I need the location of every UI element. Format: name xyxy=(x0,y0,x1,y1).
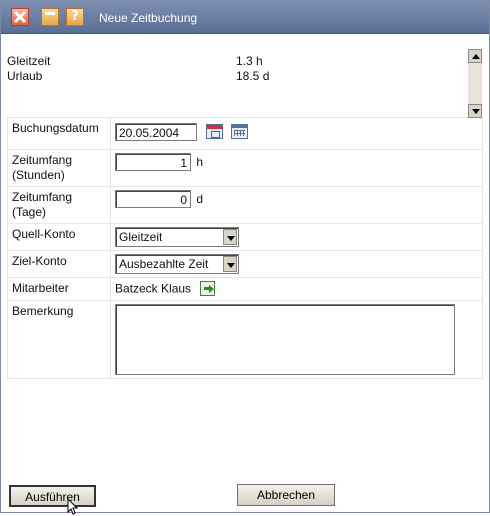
quell-konto-value: Gleitzeit xyxy=(119,230,163,244)
zeitumfang-tage-label: Zeitumfang xyxy=(12,190,73,204)
quell-konto-label: Quell-Konto xyxy=(7,223,111,251)
urlaub-label: Urlaub xyxy=(7,69,43,83)
zeitumfang-stunden-input[interactable]: 1 xyxy=(115,153,191,171)
bemerkung-scrollbar[interactable] xyxy=(467,48,482,118)
quell-konto-row: Quell-Konto Gleitzeit xyxy=(7,223,483,251)
buchungsdatum-label: Buchungsdatum xyxy=(7,117,111,150)
chevron-down-icon[interactable] xyxy=(223,229,237,245)
gleitzeit-value: 1.3 h xyxy=(236,54,263,68)
chevron-down-icon[interactable] xyxy=(223,256,237,272)
scroll-up-icon[interactable] xyxy=(467,48,482,63)
balance-summary: Gleitzeit 1.3 h Urlaub 18.5 d xyxy=(7,54,477,84)
bemerkung-textarea[interactable] xyxy=(115,304,455,375)
ziel-konto-label: Ziel-Konto xyxy=(7,250,111,278)
calendar-icon[interactable] xyxy=(230,123,248,139)
dialog-window: ? Neue Zeitbuchung Gleitzeit 1.3 h Urlau… xyxy=(0,0,490,515)
zeitumfang-tage-input[interactable]: 0 xyxy=(115,190,191,208)
select-employee-icon[interactable] xyxy=(200,281,216,297)
gleitzeit-row: Gleitzeit 1.3 h xyxy=(7,54,477,69)
bemerkung-label: Bemerkung xyxy=(7,300,111,379)
ziel-konto-row: Ziel-Konto Ausbezahlte Zeit xyxy=(7,250,483,278)
cancel-button[interactable]: Abbrechen xyxy=(237,484,335,506)
gleitzeit-label: Gleitzeit xyxy=(7,54,51,68)
mitarbeiter-row: Mitarbeiter Batzeck Klaus xyxy=(7,277,483,301)
booking-form: Buchungsdatum 20.05.2004 Zeitumfang (Stu… xyxy=(7,48,483,379)
zeitumfang-stunden-row: Zeitumfang (Stunden) 1 h xyxy=(7,149,483,187)
title-bar: ? Neue Zeitbuchung xyxy=(1,1,489,34)
help-icon[interactable]: ? xyxy=(66,8,84,26)
execute-button[interactable]: Ausführen xyxy=(9,485,96,507)
close-icon[interactable] xyxy=(11,8,29,26)
stunden-unit: h xyxy=(196,154,204,169)
ziel-konto-value: Ausbezahlte Zeit xyxy=(119,257,209,271)
mitarbeiter-value: Batzeck Klaus xyxy=(115,281,192,296)
buchungsdatum-row: Buchungsdatum 20.05.2004 xyxy=(7,117,483,150)
zeitumfang-stunden-sublabel: (Stunden) xyxy=(12,168,65,182)
mitarbeiter-label: Mitarbeiter xyxy=(7,277,111,301)
zeitumfang-tage-sublabel: (Tage) xyxy=(12,205,47,219)
date-picker-icon[interactable] xyxy=(206,123,224,139)
ziel-konto-select[interactable]: Ausbezahlte Zeit xyxy=(115,254,239,274)
urlaub-value: 18.5 d xyxy=(236,69,270,83)
urlaub-row: Urlaub 18.5 d xyxy=(7,69,477,84)
buchungsdatum-input[interactable]: 20.05.2004 xyxy=(115,123,197,141)
minimize-icon[interactable] xyxy=(41,8,59,26)
quell-konto-select[interactable]: Gleitzeit xyxy=(115,227,239,247)
window-title: Neue Zeitbuchung xyxy=(99,11,198,25)
tage-unit: d xyxy=(196,191,204,206)
zeitumfang-stunden-label: Zeitumfang xyxy=(12,153,73,167)
bemerkung-row: Bemerkung xyxy=(7,48,483,379)
mouse-cursor-icon xyxy=(67,498,79,515)
scroll-down-icon[interactable] xyxy=(467,103,482,118)
zeitumfang-tage-row: Zeitumfang (Tage) 0 d xyxy=(7,186,483,224)
